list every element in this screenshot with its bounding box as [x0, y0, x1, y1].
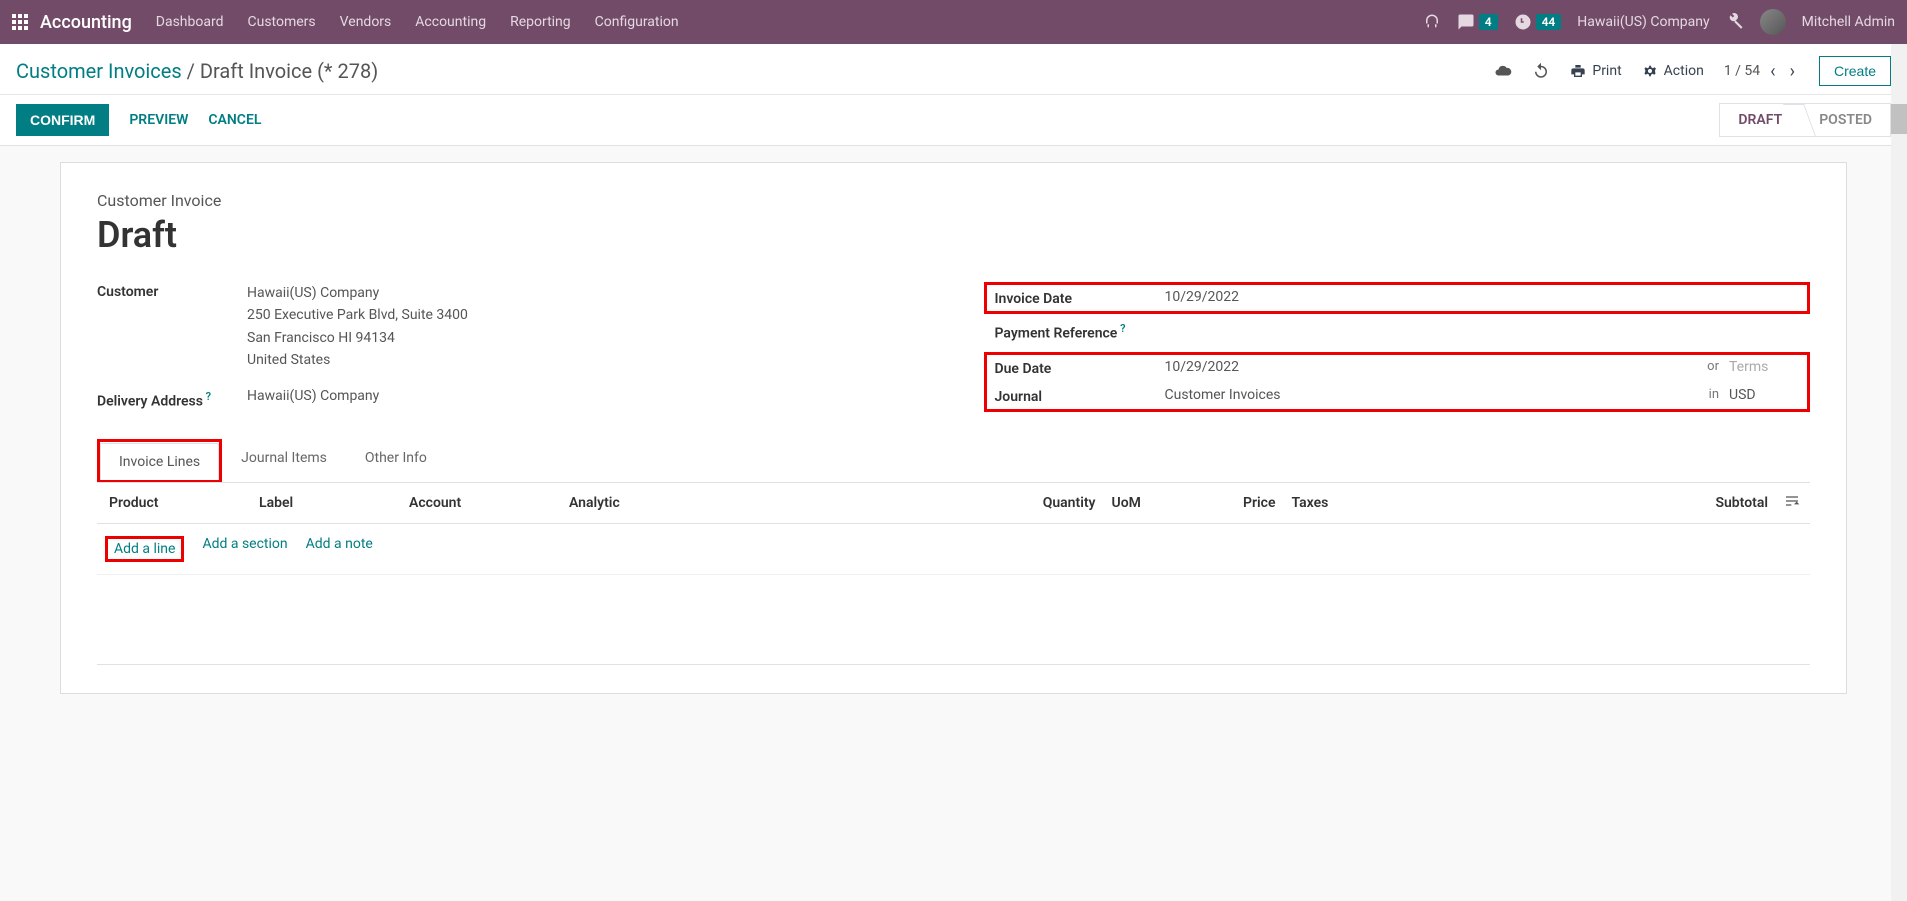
- th-price: Price: [1184, 495, 1284, 511]
- chat-badge-wrap[interactable]: 4: [1457, 13, 1498, 31]
- form-grid: Customer Hawaii(US) Company 250 Executiv…: [97, 282, 1810, 419]
- tab-invoice-lines-highlight: Invoice Lines: [97, 439, 222, 482]
- content-area: Customer Invoice Draft Customer Hawaii(U…: [0, 146, 1907, 710]
- status-flow: DRAFT POSTED: [1719, 103, 1891, 137]
- undo-icon[interactable]: [1532, 62, 1550, 80]
- action-bar: CONFIRM PREVIEW CANCEL DRAFT POSTED: [0, 95, 1907, 146]
- help-icon[interactable]: ?: [1117, 322, 1125, 335]
- pager: 1 / 54: [1724, 63, 1760, 79]
- confirm-button[interactable]: CONFIRM: [16, 104, 109, 136]
- currency-value[interactable]: USD: [1729, 387, 1799, 403]
- th-taxes: Taxes: [1284, 495, 1384, 511]
- invoice-date-label: Invoice Date: [995, 289, 1165, 307]
- due-date-label: Due Date: [995, 359, 1165, 377]
- pager-next[interactable]: ›: [1786, 61, 1799, 82]
- tab-invoice-lines[interactable]: Invoice Lines: [100, 443, 219, 480]
- journal-label: Journal: [995, 387, 1165, 405]
- scrollbar-thumb[interactable]: [1891, 104, 1907, 134]
- scrollbar[interactable]: [1891, 44, 1907, 901]
- customer-value[interactable]: Hawaii(US) Company 250 Executive Park Bl…: [247, 282, 924, 372]
- in-label: in: [1709, 387, 1719, 402]
- form-right-col: Invoice Date 10/29/2022 Payment Referenc…: [984, 282, 1811, 419]
- th-uom: UoM: [1104, 495, 1184, 511]
- terms-input[interactable]: Terms: [1729, 359, 1799, 375]
- add-section-link[interactable]: Add a section: [202, 536, 287, 562]
- chat-badge: 4: [1479, 14, 1498, 30]
- th-subtotal: Subtotal: [1656, 495, 1776, 511]
- create-button[interactable]: Create: [1819, 56, 1891, 86]
- due-journal-highlight: Due Date 10/29/2022 or Terms Journal Cus…: [984, 352, 1811, 412]
- invoice-date-value[interactable]: 10/29/2022: [1165, 289, 1800, 305]
- tab-other-info[interactable]: Other Info: [346, 439, 446, 482]
- due-date-value[interactable]: 10/29/2022: [1165, 359, 1698, 375]
- th-account: Account: [401, 495, 561, 511]
- or-label: or: [1707, 359, 1719, 374]
- breadcrumb-bar: Customer Invoices / Draft Invoice (* 278…: [0, 44, 1907, 95]
- columns-config-icon[interactable]: [1776, 493, 1806, 513]
- nav-vendors[interactable]: Vendors: [340, 14, 392, 30]
- breadcrumb-parent[interactable]: Customer Invoices: [16, 59, 182, 83]
- th-quantity: Quantity: [994, 495, 1104, 511]
- nav-reporting[interactable]: Reporting: [510, 14, 571, 30]
- help-icon[interactable]: ?: [203, 390, 211, 403]
- tools-icon[interactable]: [1726, 13, 1744, 31]
- print-icon: [1570, 63, 1586, 79]
- avatar[interactable]: [1760, 9, 1786, 35]
- breadcrumb-current: Draft Invoice (* 278): [200, 59, 378, 83]
- table-actions: Add a line Add a section Add a note: [97, 524, 1810, 575]
- payment-ref-label: Payment Reference ?: [995, 320, 1165, 342]
- doc-title: Draft: [97, 214, 1810, 256]
- user-name[interactable]: Mitchell Admin: [1802, 14, 1895, 30]
- clock-badge-wrap[interactable]: 44: [1514, 13, 1562, 31]
- gear-icon: [1642, 63, 1658, 79]
- delivery-label: Delivery Address ?: [97, 388, 247, 410]
- th-analytic: Analytic: [561, 495, 721, 511]
- delivery-value[interactable]: Hawaii(US) Company: [247, 388, 924, 404]
- nav-customers[interactable]: Customers: [248, 14, 316, 30]
- nav-menu: Dashboard Customers Vendors Accounting R…: [156, 14, 679, 30]
- top-navbar: Accounting Dashboard Customers Vendors A…: [0, 0, 1907, 44]
- table-header: Product Label Account Analytic Quantity …: [97, 483, 1810, 524]
- cloud-icon[interactable]: [1494, 62, 1512, 80]
- th-label: Label: [251, 495, 401, 511]
- cancel-button[interactable]: CANCEL: [208, 112, 261, 128]
- tabs: Invoice Lines Journal Items Other Info: [97, 439, 1810, 483]
- journal-row: Customer Invoices in USD: [1165, 387, 1800, 403]
- customer-label: Customer: [97, 282, 247, 300]
- add-line-link[interactable]: Add a line: [114, 541, 175, 557]
- add-note-link[interactable]: Add a note: [306, 536, 373, 562]
- form-sheet: Customer Invoice Draft Customer Hawaii(U…: [60, 162, 1847, 694]
- company-selector[interactable]: Hawaii(US) Company: [1577, 14, 1709, 30]
- form-left-col: Customer Hawaii(US) Company 250 Executiv…: [97, 282, 924, 419]
- invoice-date-highlight: Invoice Date 10/29/2022: [984, 282, 1811, 314]
- breadcrumb: Customer Invoices / Draft Invoice (* 278…: [16, 59, 378, 83]
- phone-icon[interactable]: [1423, 13, 1441, 31]
- due-date-row: 10/29/2022 or Terms: [1165, 359, 1800, 375]
- print-button[interactable]: Print: [1570, 63, 1621, 79]
- nav-accounting[interactable]: Accounting: [415, 14, 486, 30]
- clock-badge: 44: [1536, 14, 1562, 30]
- app-brand[interactable]: Accounting: [40, 12, 132, 33]
- subbar-right: Print Action 1 / 54 ‹ › Create: [1494, 56, 1891, 86]
- nav-dashboard[interactable]: Dashboard: [156, 14, 224, 30]
- doc-type-label: Customer Invoice: [97, 191, 1810, 210]
- clock-icon: [1514, 13, 1532, 31]
- nav-configuration[interactable]: Configuration: [595, 14, 679, 30]
- pager-prev[interactable]: ‹: [1766, 61, 1779, 82]
- preview-button[interactable]: PREVIEW: [129, 112, 188, 128]
- tab-journal-items[interactable]: Journal Items: [222, 439, 346, 482]
- action-button[interactable]: Action: [1642, 63, 1704, 79]
- table-empty-area: [97, 575, 1810, 665]
- add-line-highlight: Add a line: [105, 536, 184, 562]
- apps-icon[interactable]: [12, 14, 28, 30]
- nav-right: 4 44 Hawaii(US) Company Mitchell Admin: [1423, 9, 1895, 35]
- th-product: Product: [101, 495, 251, 511]
- status-draft[interactable]: DRAFT: [1719, 103, 1800, 137]
- chat-icon: [1457, 13, 1475, 31]
- journal-value[interactable]: Customer Invoices: [1165, 387, 1699, 403]
